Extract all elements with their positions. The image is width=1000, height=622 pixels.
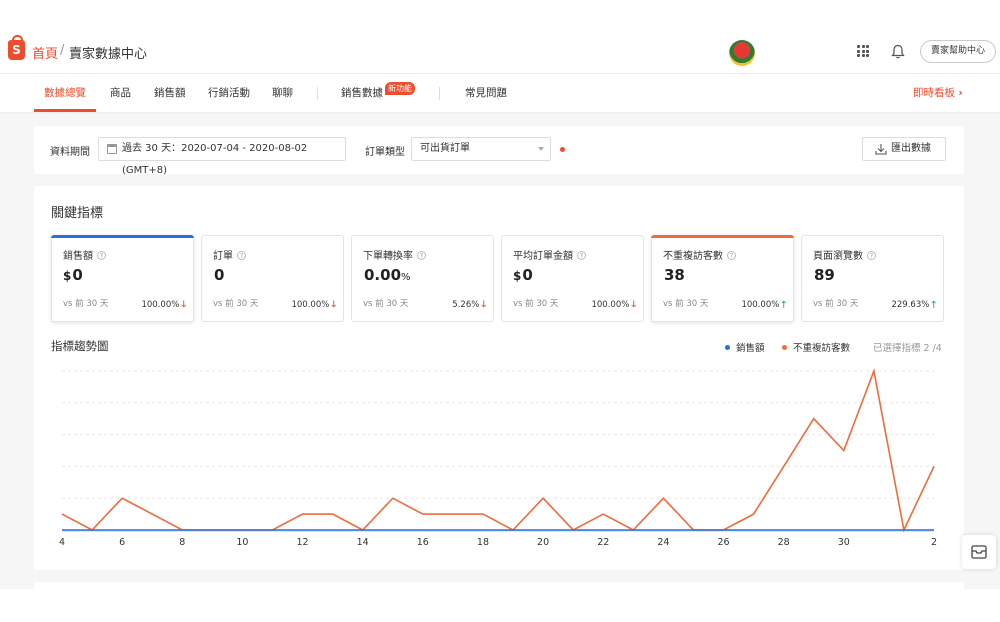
mail-icon	[971, 545, 987, 559]
page-title: 賣家數據中心	[69, 47, 148, 62]
apps-grid-icon[interactable]	[857, 45, 869, 57]
nav-divider	[439, 87, 440, 100]
export-data-button[interactable]: 匯出數據	[862, 137, 946, 161]
x-tick-label: 16	[417, 537, 429, 548]
shop-avatar[interactable]	[729, 40, 755, 66]
filter-bar: 資料期間 過去 30 天：2020-07-04 - 2020-08-02 (GM…	[34, 126, 964, 176]
new-feature-badge: 新功能	[385, 82, 415, 95]
x-tick-label: 12	[297, 537, 309, 548]
download-icon	[875, 144, 887, 155]
tab-overview[interactable]: 數據總覽	[44, 85, 86, 100]
tab-sales-data[interactable]: 銷售數據	[341, 85, 383, 100]
tab-sales[interactable]: 銷售額	[154, 85, 186, 100]
top-header: S 首頁 / 賣家數據中心	[0, 28, 1000, 74]
active-tab-indicator	[34, 109, 96, 112]
tab-marketing[interactable]: 行銷活動	[208, 85, 250, 100]
export-data-label: 匯出數據	[891, 143, 931, 154]
x-tick-label: 24	[657, 537, 669, 548]
live-dashboard-label: 即時看板	[913, 87, 955, 99]
trend-line-chart: 4 6 8 10 12 14 16 18 20 22 24 26 28 30 2	[59, 368, 937, 548]
date-range-value: 過去 30 天：2020-07-04 - 2020-08-02 (GMT+8)	[122, 143, 308, 176]
main-nav: 數據總覽 商品 銷售額 行銷活動 聊聊 銷售數據 新功能 常見問題 即時看板 ›	[0, 74, 1000, 112]
x-tick-label: 6	[119, 537, 125, 548]
tab-chat[interactable]: 聊聊	[272, 85, 293, 100]
calendar-icon	[107, 144, 117, 154]
status-dot	[560, 147, 565, 152]
key-metrics-card: 關鍵指標 銷售額? $0 vs 前 30 天 100.00% 🡓 訂單? 0 vs 前 30 …	[34, 186, 964, 570]
x-tick-label: 30	[838, 537, 850, 548]
next-card-edge	[34, 582, 964, 592]
nav-divider	[317, 87, 318, 100]
order-type-value: 可出貨訂單	[420, 143, 470, 154]
x-tick-label: 4	[59, 537, 65, 548]
live-dashboard-link[interactable]: 即時看板 ›	[913, 85, 963, 100]
x-tick-label: 28	[778, 537, 790, 548]
breadcrumb-home[interactable]: 首頁	[32, 43, 58, 62]
order-type-label: 訂單類型	[365, 147, 405, 158]
chat-float-button[interactable]	[962, 535, 996, 569]
tab-faq[interactable]: 常見問題	[465, 85, 507, 100]
x-tick-label: 8	[179, 537, 185, 548]
period-label: 資料期間	[50, 147, 90, 158]
shopee-logo-icon[interactable]: S	[8, 35, 25, 60]
x-tick-label: 18	[477, 537, 489, 548]
series-line-unique-visitors[interactable]	[61, 368, 935, 533]
x-tick-label: 26	[717, 537, 729, 548]
x-tick-label: 22	[597, 537, 609, 548]
notification-bell-icon[interactable]	[891, 44, 905, 59]
order-type-select[interactable]: 可出貨訂單	[411, 137, 551, 161]
breadcrumb-separator: /	[60, 43, 65, 58]
chevron-down-icon	[538, 147, 544, 151]
x-tick-label: 14	[357, 537, 369, 548]
x-tick-label: 20	[537, 537, 549, 548]
tab-products[interactable]: 商品	[110, 85, 131, 100]
x-tick-label: 2	[931, 537, 937, 548]
seller-help-center-button[interactable]: 賣家幫助中心	[920, 40, 996, 63]
chevron-right-icon: ›	[958, 87, 963, 99]
date-range-picker[interactable]: 過去 30 天：2020-07-04 - 2020-08-02 (GMT+8)	[98, 137, 346, 176]
x-tick-label: 10	[236, 537, 248, 548]
